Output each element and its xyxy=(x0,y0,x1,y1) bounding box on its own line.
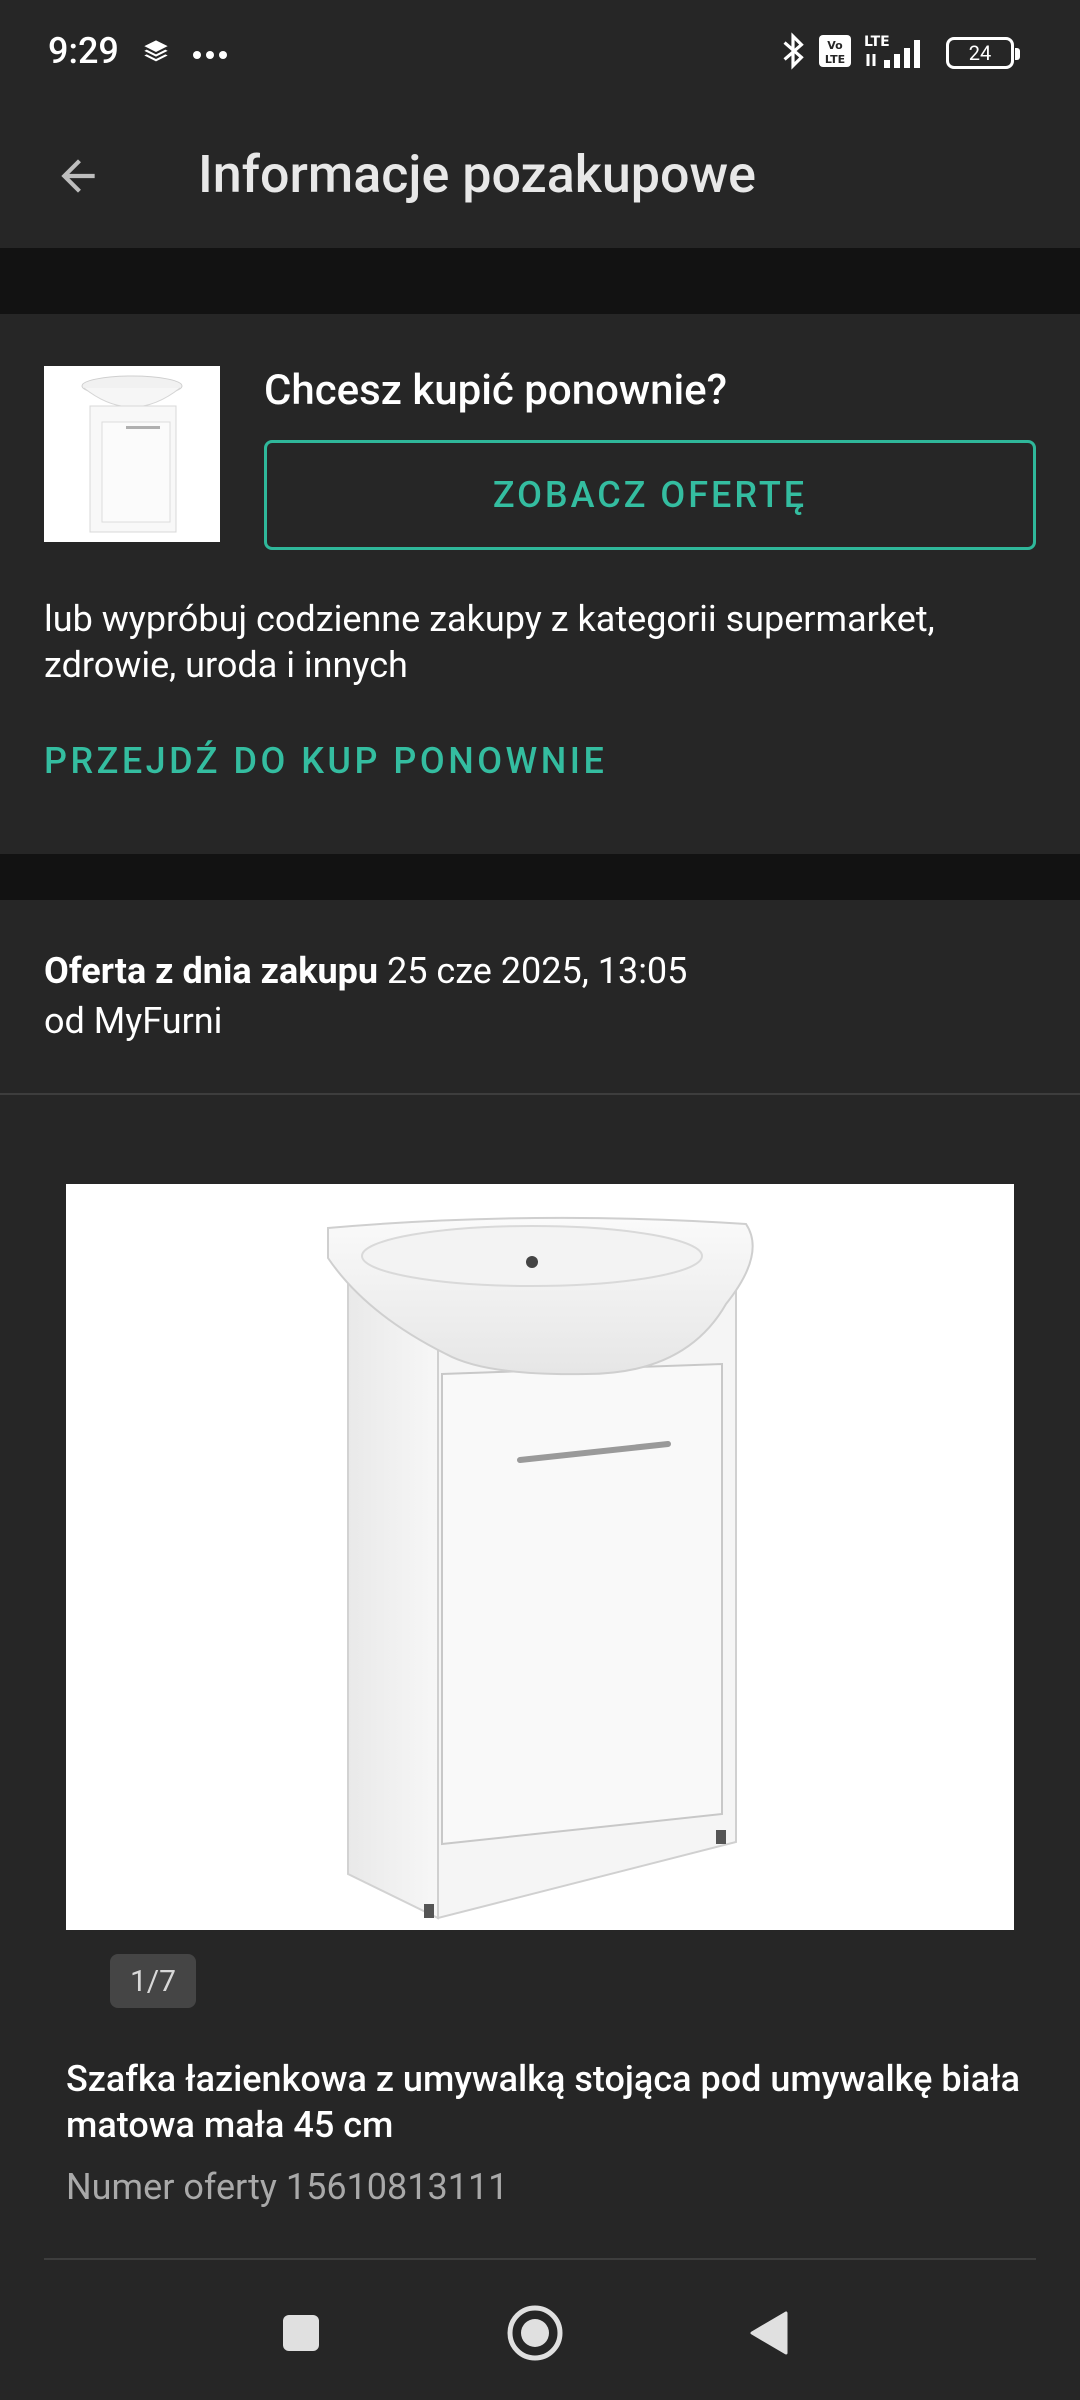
offer-date: Oferta z dnia zakupu 25 cze 2025, 13:05 xyxy=(44,950,687,992)
offer-number: Numer oferty 15610813111 xyxy=(66,2166,509,2208)
product-thumbnail[interactable] xyxy=(44,366,220,542)
offer-date-label: Oferta z dnia zakupu xyxy=(44,950,379,992)
recents-button[interactable] xyxy=(266,2300,336,2370)
see-offer-button[interactable]: ZOBACZ OFERTĘ xyxy=(264,440,1036,550)
recents-square-icon xyxy=(281,2313,321,2357)
svg-text:LTE: LTE xyxy=(864,34,890,50)
svg-text:Vo: Vo xyxy=(827,39,843,52)
status-bar: 9:29 Vo LTE LTE 24 xyxy=(0,0,1080,108)
volte-icon: Vo LTE xyxy=(818,34,852,72)
system-back-button[interactable] xyxy=(734,2300,804,2370)
bluetooth-icon xyxy=(780,32,806,74)
lte-signal-icon: LTE xyxy=(864,32,934,74)
home-circle-icon xyxy=(505,2303,565,2367)
offer-date-value: 25 cze 2025, 13:05 xyxy=(386,950,688,992)
arrow-back-icon xyxy=(53,151,103,205)
layers-icon xyxy=(142,38,170,70)
section-separator xyxy=(0,248,1080,314)
status-time: 9:29 xyxy=(48,30,119,72)
product-title[interactable]: Szafka łazienkowa z umywalką stojąca pod… xyxy=(66,2056,1026,2148)
more-dots-icon xyxy=(192,45,228,64)
back-button[interactable] xyxy=(36,136,120,220)
system-nav-bar xyxy=(0,2270,1080,2400)
divider xyxy=(0,1093,1080,1095)
page-title: Informacje pozakupowe xyxy=(198,144,756,205)
battery-icon: 24 xyxy=(946,37,1020,69)
app-bar: Informacje pozakupowe xyxy=(0,108,1080,248)
seller-name: od MyFurni xyxy=(44,1000,223,1042)
home-button[interactable] xyxy=(500,2300,570,2370)
divider xyxy=(44,2258,1036,2260)
go-to-buy-again-link[interactable]: PRZEJDŹ DO KUP PONOWNIE xyxy=(44,740,607,782)
battery-level: 24 xyxy=(968,41,992,65)
product-image[interactable] xyxy=(66,1184,1014,1930)
buy-again-card: Chcesz kupić ponownie? ZOBACZ OFERTĘ lub… xyxy=(0,314,1080,854)
back-triangle-icon xyxy=(748,2310,790,2360)
image-counter: 1/7 xyxy=(110,1954,196,2008)
svg-text:LTE: LTE xyxy=(825,53,845,66)
buy-again-title: Chcesz kupić ponownie? xyxy=(264,366,728,415)
alternative-shopping-text: lub wypróbuj codzienne zakupy z kategori… xyxy=(44,598,935,686)
section-separator xyxy=(0,854,1080,900)
